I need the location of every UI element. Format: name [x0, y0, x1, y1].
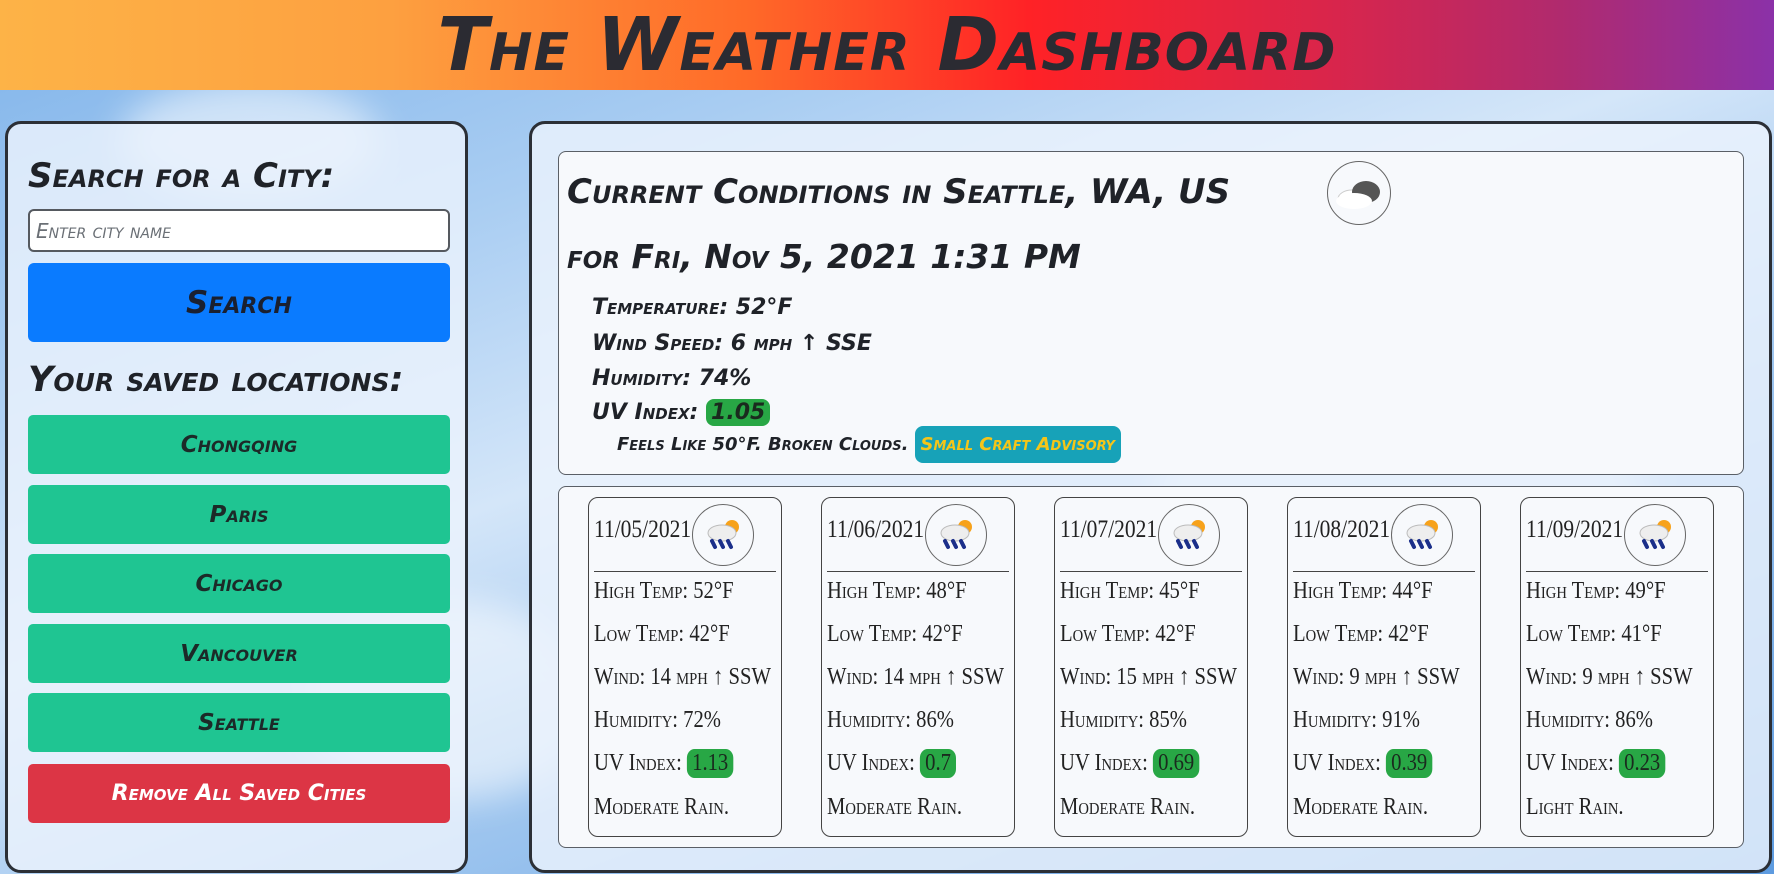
forecast-high: High Temp: 45°F — [1060, 578, 1200, 604]
forecast-wind: Wind: 9 mph ↑ SSW — [1293, 664, 1460, 690]
forecast-wind: Wind: 9 mph ↑ SSW — [1526, 664, 1693, 690]
page-header: The Weather Dashboard — [0, 0, 1774, 90]
forecast-low: Low Temp: 42°F — [827, 621, 963, 647]
forecast-date: 11/07/2021 — [1060, 516, 1158, 543]
forecast-humidity: Humidity: 86% — [827, 707, 954, 733]
search-button[interactable]: Search — [28, 263, 450, 342]
forecast-card: 11/06/2021 High Temp: 48°F Low Temp: 42°… — [821, 497, 1015, 837]
forecast-uv-label: UV Index: — [1526, 750, 1614, 776]
current-humidity: Humidity: 74% — [592, 366, 752, 391]
forecast-humidity: Humidity: 91% — [1293, 707, 1420, 733]
forecast-card: 11/07/2021 High Temp: 45°F Low Temp: 42°… — [1054, 497, 1248, 837]
forecast-description: Moderate Rain. — [1060, 794, 1196, 820]
forecast-uv-badge: 0.39 — [1385, 749, 1433, 778]
forecast-description: Moderate Rain. — [1293, 794, 1429, 820]
forecast-uv-row: UV Index: 0.23 — [1526, 749, 1666, 778]
current-uv-badge: 1.05 — [706, 399, 771, 426]
forecast-high: High Temp: 52°F — [594, 578, 734, 604]
city-search-input[interactable] — [28, 209, 450, 252]
forecast-date: 11/09/2021 — [1526, 516, 1624, 543]
forecast-uv-badge: 1.13 — [686, 749, 734, 778]
forecast-date: 11/06/2021 — [827, 516, 925, 543]
forecast-high: High Temp: 48°F — [827, 578, 967, 604]
saved-city-button-seattle[interactable]: Seattle — [28, 693, 450, 752]
search-panel: Search for a City: Search Your saved loc… — [5, 121, 468, 873]
forecast-low: Low Temp: 42°F — [1060, 621, 1196, 647]
current-wind: Wind Speed: 6 mph ↑ SSE — [592, 331, 872, 356]
forecast-date: 11/08/2021 — [1293, 516, 1391, 543]
current-conditions-card: Current Conditions in Seattle, WA, US fo… — [558, 151, 1744, 475]
forecast-card: 11/08/2021 High Temp: 44°F Low Temp: 42°… — [1287, 497, 1481, 837]
saved-locations-title: Your saved locations: — [28, 360, 404, 400]
remove-all-cities-button[interactable]: Remove All Saved Cities — [28, 764, 450, 823]
forecast-low: Low Temp: 42°F — [594, 621, 730, 647]
forecast-wind: Wind: 15 mph ↑ SSW — [1060, 664, 1237, 690]
saved-city-button-chicago[interactable]: Chicago — [28, 554, 450, 613]
forecast-divider — [594, 571, 776, 572]
current-date: for Fri, Nov 5, 2021 1:31 PM — [567, 237, 1081, 276]
forecast-humidity: Humidity: 85% — [1060, 707, 1187, 733]
forecast-low: Low Temp: 41°F — [1526, 621, 1662, 647]
weather-panel: Current Conditions in Seattle, WA, US fo… — [529, 121, 1772, 873]
cloud-icon — [1327, 161, 1391, 225]
forecast-description: Moderate Rain. — [594, 794, 730, 820]
saved-city-button-vancouver[interactable]: Vancouver — [28, 624, 450, 683]
forecast-wind: Wind: 14 mph ↑ SSW — [827, 664, 1004, 690]
forecast-uv-badge: 0.69 — [1152, 749, 1200, 778]
forecast-uv-label: UV Index: — [1293, 750, 1381, 776]
search-title: Search for a City: — [28, 156, 335, 196]
saved-city-button-chongqing[interactable]: Chongqing — [28, 415, 450, 474]
rain-sun-icon — [1391, 504, 1453, 566]
forecast-high: High Temp: 49°F — [1526, 578, 1666, 604]
forecast-date: 11/05/2021 — [594, 516, 692, 543]
rain-sun-icon — [692, 504, 754, 566]
forecast-description: Moderate Rain. — [827, 794, 963, 820]
small-craft-advisory-badge[interactable]: Small Craft Advisory — [914, 426, 1121, 463]
rain-sun-icon — [925, 504, 987, 566]
current-feels-like: Feels Like 50°F. Broken Clouds. — [617, 434, 909, 455]
rain-sun-icon — [1158, 504, 1220, 566]
current-uv-row: UV Index: 1.05 — [592, 399, 771, 426]
forecast-divider — [827, 571, 1009, 572]
forecast-humidity: Humidity: 86% — [1526, 707, 1653, 733]
forecast-low: Low Temp: 42°F — [1293, 621, 1429, 647]
forecast-uv-label: UV Index: — [594, 750, 682, 776]
forecast-uv-badge: 0.23 — [1618, 749, 1666, 778]
forecast-uv-row: UV Index: 1.13 — [594, 749, 734, 778]
current-uv-label: UV Index: — [592, 400, 699, 425]
forecast-divider — [1293, 571, 1475, 572]
current-description-row: Feels Like 50°F. Broken Clouds. Small Cr… — [617, 426, 1121, 463]
forecast-description: Light Rain. — [1526, 794, 1624, 820]
forecast-uv-row: UV Index: 0.7 — [827, 749, 957, 778]
forecast-card: 11/05/2021 High Temp: 52°F Low Temp: 42°… — [588, 497, 782, 837]
forecast-uv-label: UV Index: — [827, 750, 915, 776]
rain-sun-icon — [1624, 504, 1686, 566]
forecast-uv-label: UV Index: — [1060, 750, 1148, 776]
forecast-divider — [1060, 571, 1242, 572]
current-temperature: Temperature: 52°F — [592, 295, 793, 320]
forecast-container: 11/05/2021 High Temp: 52°F Low Temp: 42°… — [558, 486, 1744, 848]
forecast-uv-row: UV Index: 0.69 — [1060, 749, 1200, 778]
saved-city-button-paris[interactable]: Paris — [28, 485, 450, 544]
forecast-wind: Wind: 14 mph ↑ SSW — [594, 664, 771, 690]
forecast-uv-badge: 0.7 — [919, 749, 957, 778]
forecast-humidity: Humidity: 72% — [594, 707, 721, 733]
forecast-high: High Temp: 44°F — [1293, 578, 1433, 604]
forecast-divider — [1526, 571, 1708, 572]
forecast-uv-row: UV Index: 0.39 — [1293, 749, 1433, 778]
current-conditions-title: Current Conditions in Seattle, WA, US — [567, 172, 1231, 212]
page-title: The Weather Dashboard — [437, 2, 1337, 88]
forecast-card: 11/09/2021 High Temp: 49°F Low Temp: 41°… — [1520, 497, 1714, 837]
